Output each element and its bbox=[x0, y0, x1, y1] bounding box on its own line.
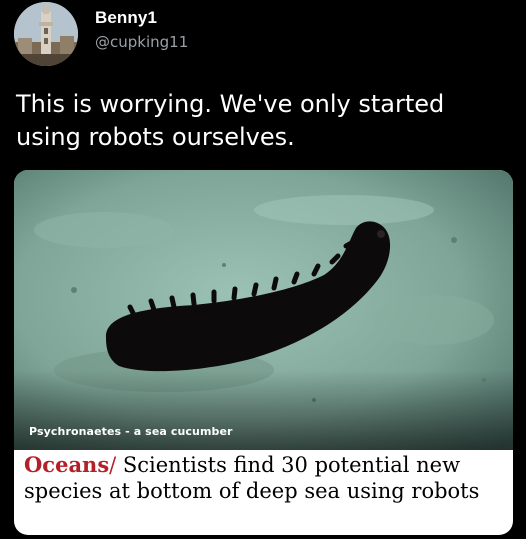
photo-caption: Psychronaetes - a sea cucumber bbox=[29, 425, 233, 438]
tweet: Benny1 @cupking11 This is worrying. We'v… bbox=[0, 0, 526, 539]
user-handle[interactable]: @cupking11 bbox=[95, 33, 188, 51]
news-card[interactable]: Psychronaetes - a sea cucumber Oceans/ S… bbox=[14, 170, 513, 535]
avatar[interactable] bbox=[14, 2, 78, 66]
article-headline[interactable]: Oceans/ Scientists find 30 potential new… bbox=[24, 452, 504, 504]
sea-cucumber-photo bbox=[14, 170, 513, 450]
section-label: Oceans bbox=[24, 452, 110, 477]
display-name[interactable]: Benny1 bbox=[95, 8, 157, 28]
tweet-text: This is worrying. We've only started usi… bbox=[16, 90, 445, 151]
tower-photo-avatar bbox=[14, 2, 78, 66]
